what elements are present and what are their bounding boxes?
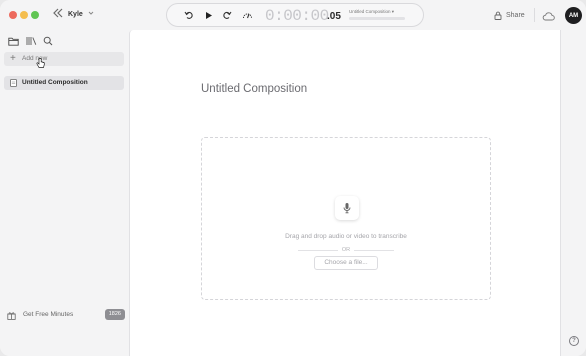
document-label: Untitled Composition <box>22 79 88 86</box>
search-icon[interactable] <box>42 35 54 47</box>
timecode-fraction: .05 <box>327 11 341 22</box>
cloud-icon[interactable] <box>542 9 555 21</box>
microphone-icon[interactable] <box>335 196 359 220</box>
chevron-down-icon[interactable] <box>88 9 94 21</box>
composition-selector[interactable]: Untitled Composition ▾ <box>349 9 394 15</box>
share-button[interactable]: Share <box>494 9 525 21</box>
drop-hint-text: Drag and drop audio or video to transcri… <box>285 233 407 240</box>
minimize-window-button[interactable] <box>20 11 28 19</box>
share-label: Share <box>506 11 525 19</box>
workspace-name[interactable]: Kyle <box>68 9 83 21</box>
timecode-display: 0:00:00 <box>265 7 329 25</box>
gift-icon <box>7 311 16 320</box>
title-bar: Kyle 0:00:00 .05 Untitled Composition ▾ <box>0 0 586 30</box>
hand-cursor-icon <box>36 56 45 68</box>
get-free-minutes-button[interactable]: Get Free Minutes 1826 <box>7 308 125 322</box>
close-window-button[interactable] <box>9 11 17 19</box>
right-rail <box>562 30 586 356</box>
add-new-button[interactable]: + Add new <box>4 52 124 66</box>
forward-icon[interactable] <box>221 9 233 21</box>
app-window: Kyle 0:00:00 .05 Untitled Composition ▾ <box>0 0 586 356</box>
minutes-badge: 1826 <box>104 309 125 320</box>
lock-icon <box>494 11 502 20</box>
folder-icon[interactable] <box>7 35 19 47</box>
help-icon[interactable]: ? <box>569 336 579 346</box>
document-item[interactable]: Untitled Composition <box>4 76 124 90</box>
titlebar-divider <box>534 8 535 22</box>
library-icon[interactable] <box>25 35 37 47</box>
document-icon <box>10 79 17 87</box>
plus-icon: + <box>10 53 16 64</box>
zoom-window-button[interactable] <box>31 11 39 19</box>
transport-bar: 0:00:00 .05 Untitled Composition ▾ <box>166 3 424 27</box>
or-text: OR <box>341 247 351 253</box>
speed-icon[interactable] <box>241 9 253 21</box>
rewind-icon[interactable] <box>183 9 195 21</box>
play-icon[interactable] <box>202 9 214 21</box>
page-title[interactable]: Untitled Composition <box>201 82 307 96</box>
collapse-sidebar-icon[interactable] <box>52 8 64 22</box>
choose-file-button[interactable]: Choose a file... <box>314 256 378 270</box>
media-dropzone[interactable]: Drag and drop audio or video to transcri… <box>201 137 491 300</box>
avatar[interactable]: AM <box>565 7 582 24</box>
playback-progress-bar[interactable] <box>349 17 405 20</box>
sidebar: + Add new Untitled Composition Get Free … <box>0 30 129 356</box>
free-minutes-label: Get Free Minutes <box>23 311 74 318</box>
editor-panel: Untitled Composition Drag and drop audio… <box>129 30 561 356</box>
